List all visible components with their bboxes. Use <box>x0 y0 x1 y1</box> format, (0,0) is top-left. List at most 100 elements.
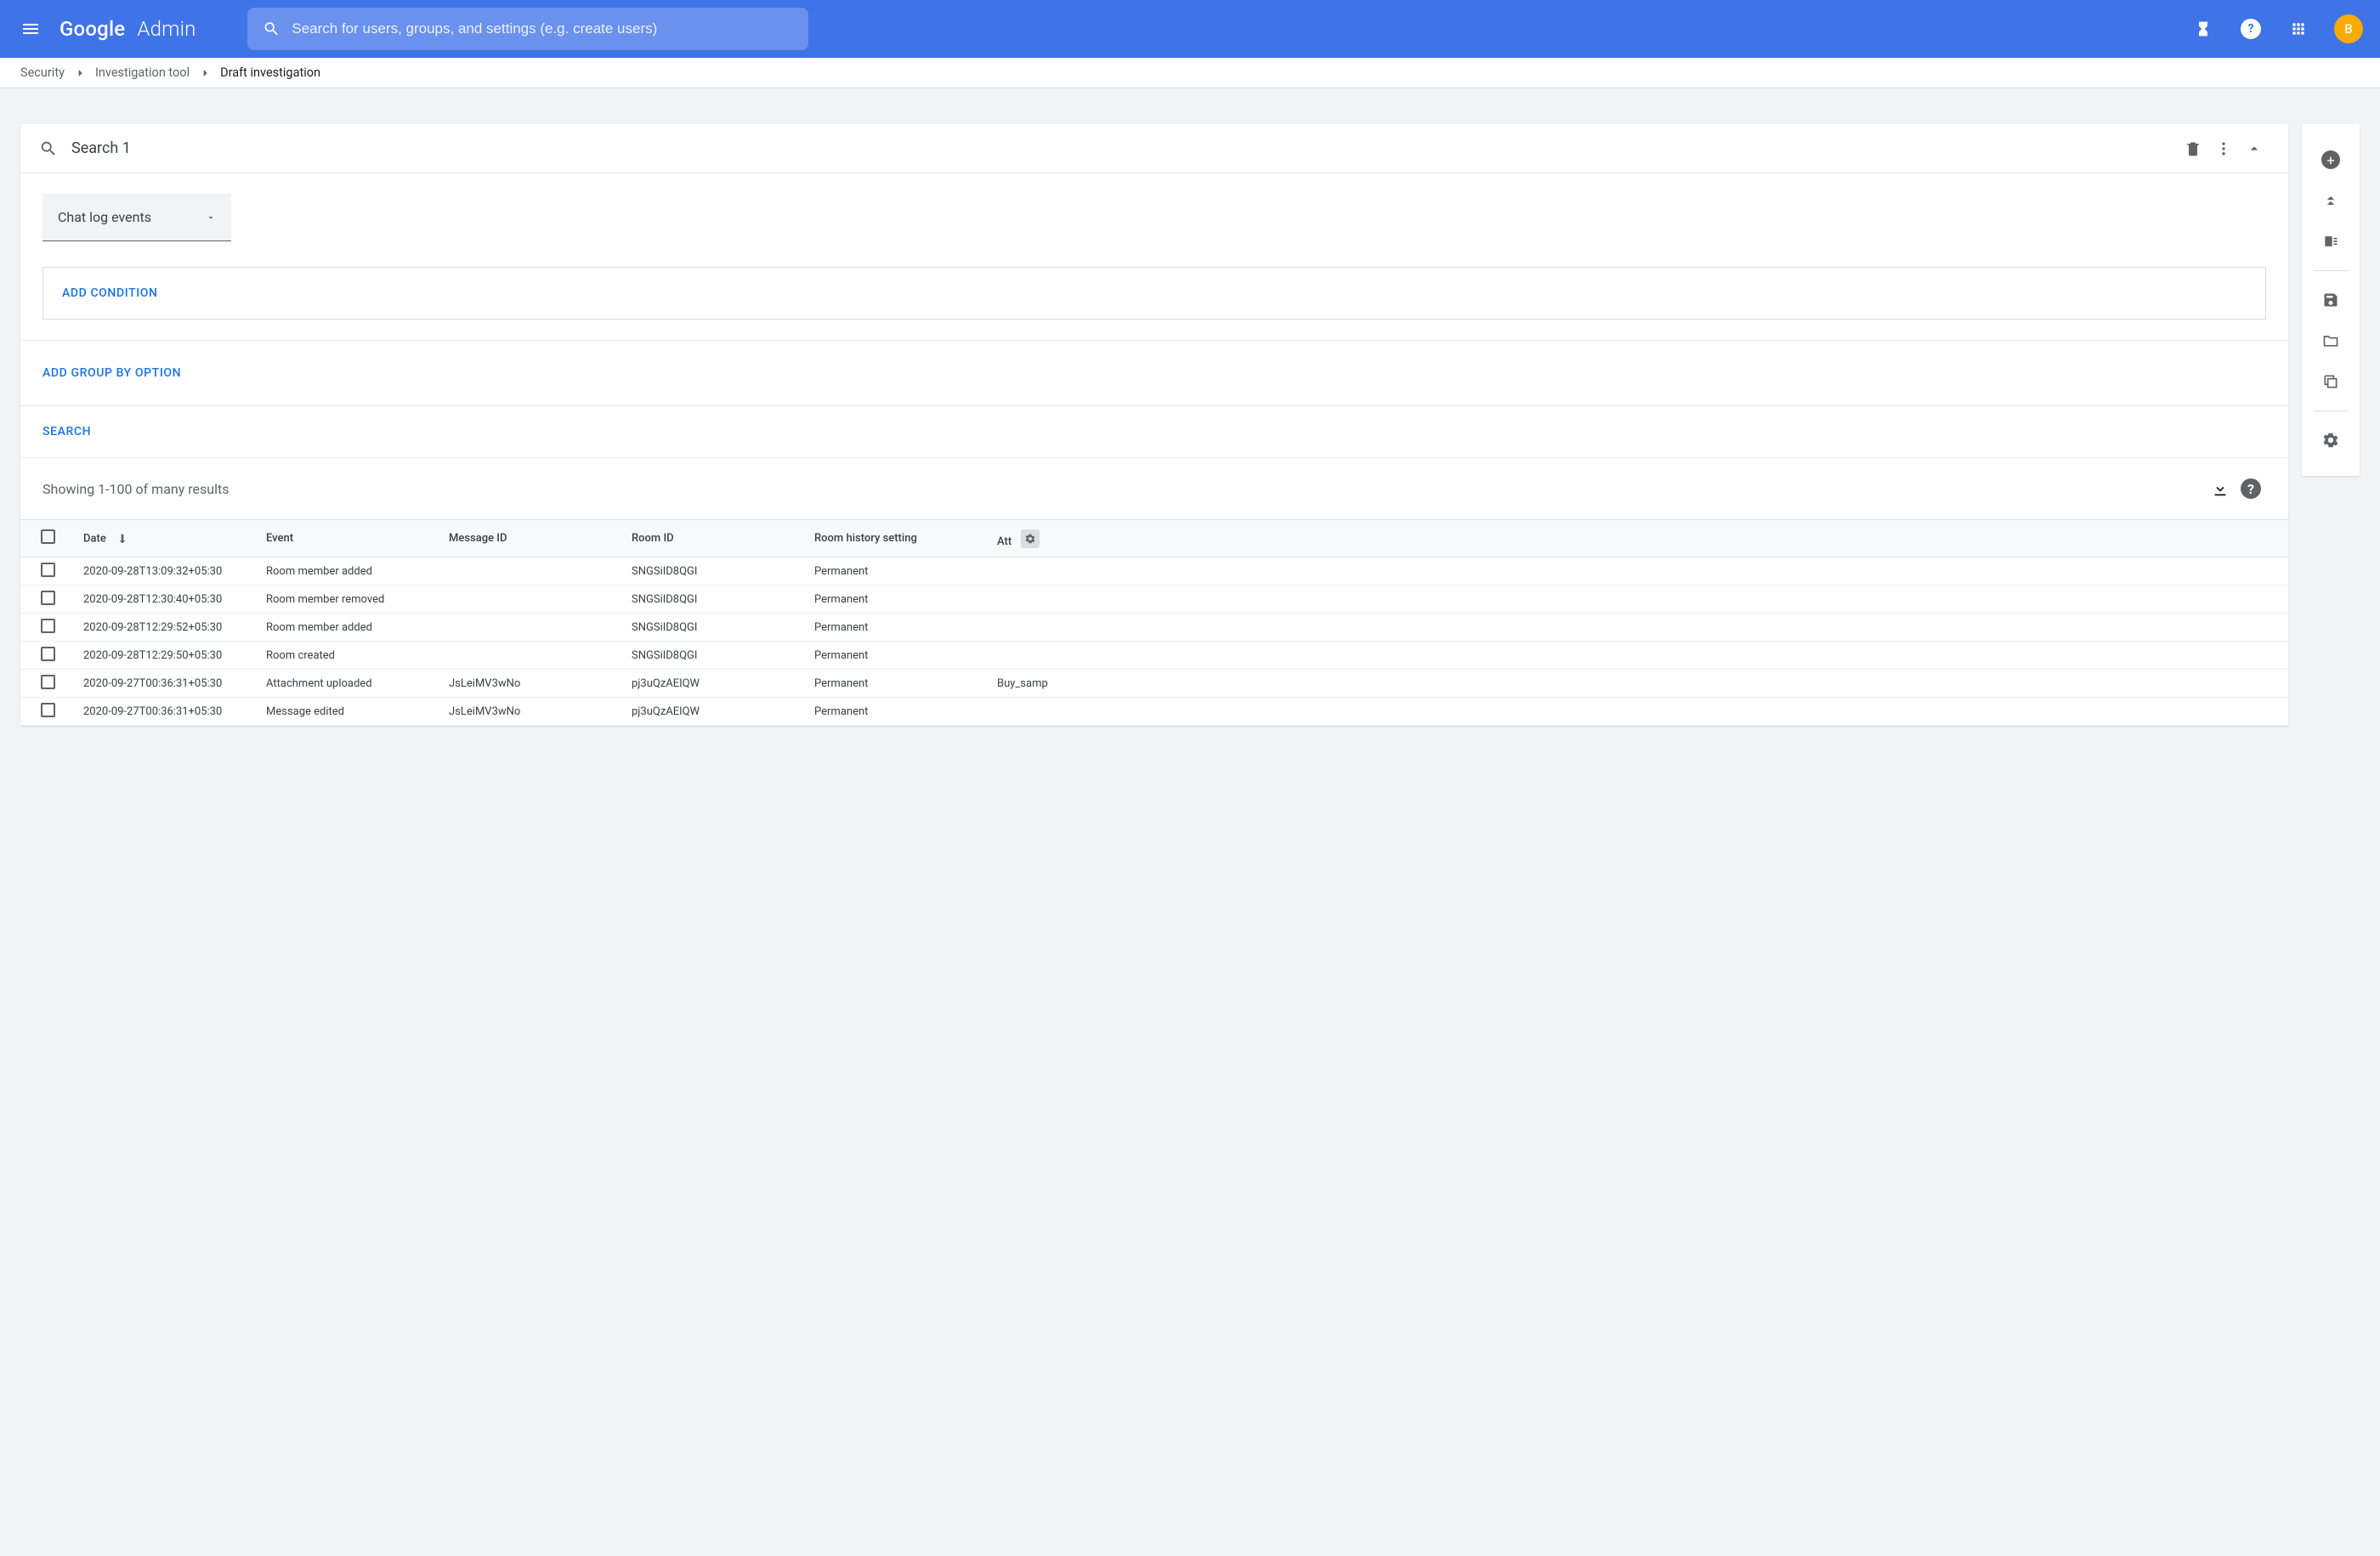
plus-circle-icon: + <box>2321 150 2340 169</box>
breadcrumb: Security Investigation tool Draft invest… <box>0 58 2380 88</box>
cell-history: Permanent <box>806 557 989 586</box>
download-icon <box>2211 479 2230 498</box>
table-row[interactable]: 2020-09-27T00:36:31+05:30Message editedJ… <box>20 698 2288 726</box>
add-condition-button[interactable]: ADD CONDITION <box>62 286 158 300</box>
table-row[interactable]: 2020-09-28T12:29:50+05:30Room createdSNG… <box>20 642 2288 670</box>
save-button[interactable] <box>2314 283 2348 317</box>
cell-date: 2020-09-28T12:30:40+05:30 <box>75 586 258 614</box>
chevron-right-icon <box>198 66 212 80</box>
column-settings-button[interactable] <box>1021 529 1040 548</box>
cell-att <box>989 698 2288 726</box>
results-help-button[interactable]: ? <box>2236 473 2266 504</box>
table-row[interactable]: 2020-09-28T12:30:40+05:30Room member rem… <box>20 586 2288 614</box>
col-event[interactable]: Event <box>258 520 440 557</box>
table-header-row: Date Event Message ID Room ID Room histo… <box>20 520 2288 557</box>
data-source-select[interactable]: Chat log events <box>42 194 231 241</box>
select-all-checkbox[interactable] <box>41 529 55 544</box>
chevron-up-icon <box>2246 140 2263 157</box>
logo-product: Admin <box>137 17 196 41</box>
row-checkbox[interactable] <box>41 619 55 633</box>
row-checkbox[interactable] <box>41 647 55 661</box>
row-checkbox[interactable] <box>41 591 55 605</box>
group-by-section: ADD GROUP BY OPTION <box>20 341 2288 406</box>
results-summary: Showing 1-100 of many results <box>42 481 229 497</box>
cell-date: 2020-09-27T00:36:31+05:30 <box>75 698 258 726</box>
col-room-id[interactable]: Room ID <box>623 520 806 557</box>
more-vert-icon <box>2215 140 2232 157</box>
delete-button[interactable] <box>2178 133 2208 164</box>
cell-history: Permanent <box>806 586 989 614</box>
col-att[interactable]: Att <box>989 520 2288 557</box>
cell-event: Room created <box>258 642 440 670</box>
save-icon <box>2322 291 2339 308</box>
cell-message-id <box>440 557 623 586</box>
more-button[interactable] <box>2208 133 2239 164</box>
table-row[interactable]: 2020-09-27T00:36:31+05:30Attachment uplo… <box>20 670 2288 698</box>
cell-att <box>989 586 2288 614</box>
breadcrumb-security[interactable]: Security <box>20 65 65 80</box>
col-message-id[interactable]: Message ID <box>440 520 623 557</box>
clear-all-button[interactable] <box>2314 224 2348 258</box>
logo: Google Admin <box>60 17 196 41</box>
row-checkbox[interactable] <box>41 563 55 577</box>
cell-message-id <box>440 614 623 642</box>
copy-button[interactable] <box>2314 365 2348 399</box>
breadcrumb-investigation-tool[interactable]: Investigation tool <box>95 65 190 80</box>
add-search-button[interactable]: + <box>2314 143 2348 177</box>
table-row[interactable]: 2020-09-28T13:09:32+05:30Room member add… <box>20 557 2288 586</box>
add-group-by-button[interactable]: ADD GROUP BY OPTION <box>42 366 181 380</box>
global-search[interactable] <box>247 8 808 50</box>
gear-icon <box>2321 431 2340 450</box>
cell-date: 2020-09-27T00:36:31+05:30 <box>75 670 258 698</box>
tasks-icon[interactable] <box>2191 17 2215 41</box>
cell-history: Permanent <box>806 614 989 642</box>
logo-google: Google <box>60 17 125 41</box>
apps-button[interactable] <box>2286 17 2310 41</box>
collapse-all-button[interactable] <box>2314 184 2348 218</box>
sort-desc-icon <box>116 532 129 546</box>
folder-icon <box>2322 332 2339 349</box>
col-date[interactable]: Date <box>75 520 258 557</box>
search-input[interactable] <box>292 20 792 37</box>
row-checkbox[interactable] <box>41 675 55 689</box>
export-button[interactable] <box>2205 473 2236 504</box>
cell-att: Buy_samp <box>989 670 2288 698</box>
breadcrumb-current: Draft investigation <box>220 65 320 80</box>
hamburger-icon <box>20 19 41 39</box>
cell-att <box>989 614 2288 642</box>
cell-room-id: SNGSiID8QGI <box>623 614 806 642</box>
help-button[interactable]: ? <box>2239 17 2263 41</box>
results-summary-bar: Showing 1-100 of many results ? <box>20 458 2288 519</box>
menu-button[interactable] <box>17 15 44 42</box>
query-section: Chat log events ADD CONDITION <box>20 173 2288 341</box>
cell-event: Attachment uploaded <box>258 670 440 698</box>
collapse-button[interactable] <box>2239 133 2270 164</box>
cell-message-id <box>440 586 623 614</box>
open-button[interactable] <box>2314 324 2348 358</box>
results-table: Date Event Message ID Room ID Room histo… <box>20 519 2288 726</box>
col-history[interactable]: Room history setting <box>806 520 989 557</box>
table-row[interactable]: 2020-09-28T12:29:52+05:30Room member add… <box>20 614 2288 642</box>
cell-room-id: SNGSiID8QGI <box>623 586 806 614</box>
row-checkbox[interactable] <box>41 703 55 717</box>
cell-room-id: pj3uQzAEIQW <box>623 670 806 698</box>
copy-icon <box>2322 373 2339 390</box>
condition-container: ADD CONDITION <box>42 267 2266 320</box>
trash-icon <box>2184 140 2202 157</box>
search-title: Search 1 <box>71 139 131 157</box>
cell-message-id: JsLeiMV3wNo <box>440 670 623 698</box>
data-source-value: Chat log events <box>58 209 151 225</box>
cell-message-id: JsLeiMV3wNo <box>440 698 623 726</box>
cell-event: Room member removed <box>258 586 440 614</box>
chevron-right-icon <box>73 66 87 80</box>
cell-att <box>989 557 2288 586</box>
header-actions: ? B <box>2191 14 2363 43</box>
account-avatar[interactable]: B <box>2334 14 2363 43</box>
apps-icon <box>2290 20 2307 37</box>
settings-button[interactable] <box>2314 423 2348 457</box>
cell-history: Permanent <box>806 670 989 698</box>
cell-date: 2020-09-28T12:29:52+05:30 <box>75 614 258 642</box>
cell-date: 2020-09-28T12:29:50+05:30 <box>75 642 258 670</box>
search-button[interactable]: SEARCH <box>42 425 91 439</box>
app-header: Google Admin ? B <box>0 0 2380 58</box>
